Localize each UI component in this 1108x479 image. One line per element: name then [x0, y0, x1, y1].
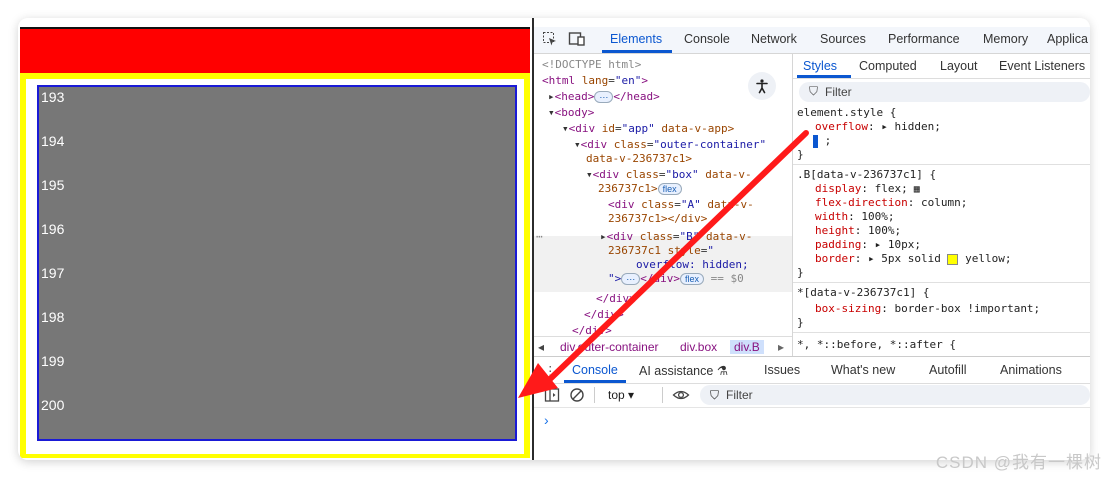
watermark: CSDN @我有一棵树 [935, 453, 1102, 472]
screenshot-frame: 193 194 195 196 197 198 199 200 Elements [18, 18, 1090, 460]
annotation-arrow [518, 130, 809, 398]
